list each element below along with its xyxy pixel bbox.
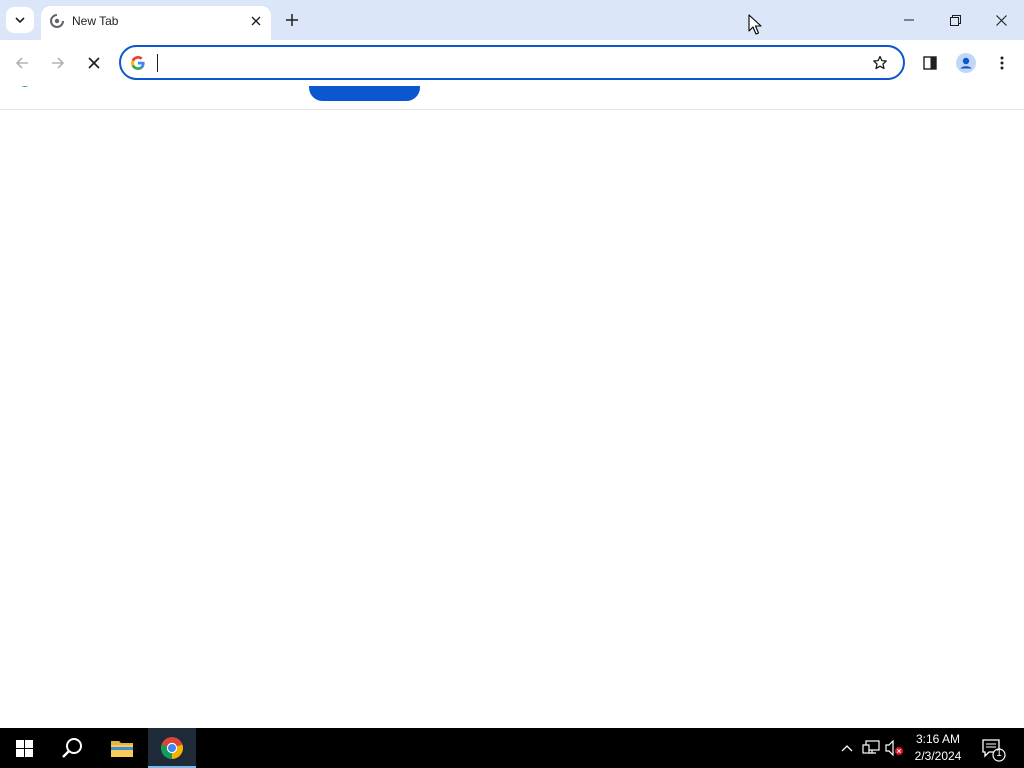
- plus-icon: [286, 14, 298, 26]
- search-icon: [62, 738, 82, 758]
- action-center-button[interactable]: 1: [980, 736, 1006, 762]
- tab-strip: New Tab: [0, 0, 1024, 40]
- side-panel-button[interactable]: [916, 49, 944, 77]
- tab-favicon-icon: [50, 14, 64, 28]
- back-button[interactable]: [8, 49, 36, 77]
- page-action-button[interactable]: [309, 86, 420, 101]
- minimize-icon: [904, 19, 914, 21]
- bookmark-star-button[interactable]: [869, 52, 891, 74]
- close-icon: [251, 16, 261, 26]
- volume-button[interactable]: [885, 738, 905, 758]
- tab-search-button[interactable]: [6, 7, 34, 33]
- browser-window: New Tab: [0, 0, 1024, 728]
- start-button[interactable]: [0, 728, 48, 768]
- file-explorer-icon: [111, 741, 133, 757]
- page-content-area: [0, 110, 1024, 728]
- windows-taskbar: 3:16 AM 2/3/2024 1: [0, 728, 1024, 768]
- taskbar-file-explorer[interactable]: [98, 728, 146, 768]
- tab-close-button[interactable]: [247, 12, 265, 30]
- network-button[interactable]: [861, 738, 881, 758]
- minimize-button[interactable]: [886, 0, 932, 40]
- side-panel-icon: [923, 56, 937, 70]
- profile-icon: [956, 53, 976, 73]
- tab-title: New Tab: [72, 14, 119, 28]
- profile-button[interactable]: [952, 49, 980, 77]
- tab-search-icon: [15, 17, 25, 24]
- new-tab-button[interactable]: [282, 10, 302, 30]
- google-g-icon: [131, 56, 145, 70]
- page-header-partial: [0, 86, 1024, 110]
- address-bar[interactable]: [119, 45, 905, 80]
- browser-toolbar: [0, 40, 1024, 86]
- page-logo-icon: [21, 86, 29, 87]
- forward-arrow-icon: [52, 57, 65, 69]
- clock-date: 2/3/2024: [914, 749, 962, 763]
- mouse-cursor-icon: [748, 14, 762, 35]
- windows-start-icon: [15, 739, 33, 757]
- browser-menu-button[interactable]: [988, 49, 1016, 77]
- show-hidden-icons-button[interactable]: [837, 738, 857, 758]
- restore-button[interactable]: [932, 0, 978, 40]
- chrome-icon: [161, 737, 183, 759]
- chevron-up-icon: [841, 745, 853, 752]
- stop-loading-icon: [88, 57, 100, 69]
- tab-new-tab[interactable]: New Tab: [41, 6, 271, 40]
- omnibox-input[interactable]: [157, 52, 847, 74]
- kebab-menu-icon: [1000, 56, 1004, 70]
- taskbar-chrome[interactable]: [148, 728, 196, 768]
- volume-muted-icon: [885, 740, 903, 756]
- back-arrow-icon: [15, 57, 28, 69]
- taskbar-search-button[interactable]: [48, 728, 96, 768]
- clock-time: 3:16 AM: [915, 732, 961, 746]
- stop-loading-button[interactable]: [80, 49, 108, 77]
- window-close-icon: [995, 14, 1007, 26]
- network-icon: [862, 740, 880, 754]
- star-icon: [873, 55, 887, 70]
- window-close-button[interactable]: [978, 0, 1024, 40]
- forward-button[interactable]: [44, 49, 72, 77]
- restore-icon: [949, 14, 961, 26]
- notification-count: 1: [996, 748, 1002, 759]
- taskbar-clock[interactable]: 3:16 AM 2/3/2024: [904, 731, 972, 767]
